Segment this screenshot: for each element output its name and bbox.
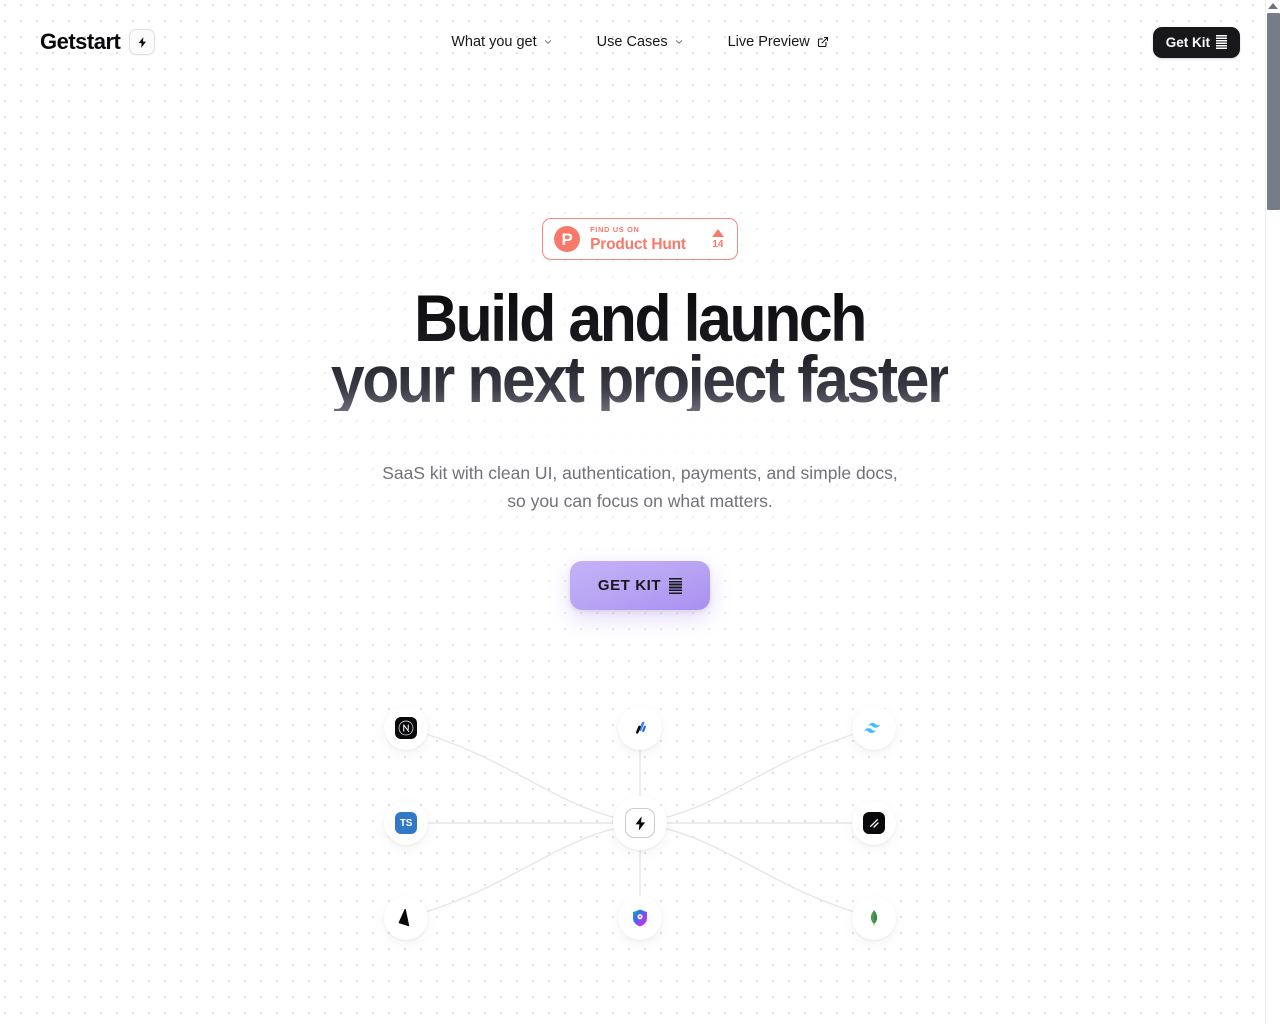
nextjs-icon [395, 717, 417, 740]
product-hunt-votes: 14 [711, 228, 724, 250]
tech-node-prisma[interactable] [384, 896, 428, 941]
mongodb-icon [863, 907, 885, 929]
tech-node-mongodb[interactable] [852, 896, 896, 941]
chevron-down-icon [675, 40, 682, 44]
kit-stripes-icon [669, 577, 682, 594]
get-kit-hero-label: GET KIT [597, 577, 662, 595]
scrollbar-thumb[interactable] [1267, 13, 1280, 210]
product-hunt-vote-count: 14 [712, 238, 724, 250]
nav-item-live-preview[interactable]: Live Preview [728, 34, 829, 50]
tech-node-clerk[interactable] [618, 896, 662, 941]
nav-item-what-you-get[interactable]: What you get [451, 34, 552, 50]
product-hunt-logo-icon: P [554, 226, 581, 252]
brand-name: Getstart [40, 29, 121, 54]
hero-section: P FIND US ON Product Hunt 14 Build and l… [0, 84, 1280, 611]
get-kit-nav-label: Get Kit [1165, 34, 1210, 50]
product-hunt-text: FIND US ON Product Hunt [590, 226, 686, 252]
tailwind-icon [863, 717, 885, 739]
navbar: Getstart What you get Use Cases Live Pre… [0, 0, 1280, 84]
product-hunt-name: Product Hunt [590, 235, 686, 253]
tech-node-nextjs[interactable] [384, 706, 428, 751]
clerk-icon [629, 907, 651, 929]
external-link-icon [817, 36, 828, 48]
prisma-icon [395, 907, 417, 929]
kit-stripes-icon [1216, 35, 1227, 49]
tech-node-shadcn-ui[interactable] [852, 801, 896, 846]
drizzle-icon [629, 717, 651, 739]
tech-node-typescript[interactable]: TS [384, 801, 428, 846]
typescript-icon: TS [395, 812, 417, 835]
product-hunt-badge[interactable]: P FIND US ON Product Hunt 14 [542, 218, 738, 260]
nav-item-label: What you get [451, 34, 537, 50]
tech-node-tailwindcss[interactable] [852, 706, 896, 751]
nav-item-label: Use Cases [596, 34, 668, 50]
upvote-triangle-icon [711, 228, 724, 237]
nav-links: What you get Use Cases Live Preview [0, 34, 1280, 50]
get-kit-nav-button[interactable]: Get Kit [1152, 26, 1240, 58]
hero-cta-wrap: GET KIT [569, 561, 711, 611]
tech-node-center-bolt[interactable] [613, 796, 667, 851]
navbar-actions: Get Kit [1152, 26, 1240, 58]
headline-line-2: your next project faster [331, 342, 949, 417]
page-title: Build and launch your next project faste… [331, 288, 948, 411]
product-hunt-kicker: FIND US ON [590, 225, 640, 234]
hero-subtitle: SaaS kit with clean UI, authentication, … [382, 462, 898, 512]
scrollbar-track[interactable] [1265, 0, 1280, 1024]
brand-logo[interactable]: Getstart [40, 29, 156, 55]
nav-item-label: Live Preview [727, 34, 810, 50]
shadcn-icon [863, 812, 885, 835]
nav-item-use-cases[interactable]: Use Cases [597, 34, 684, 50]
tech-node-drizzle[interactable] [618, 706, 662, 751]
get-kit-hero-button[interactable]: GET KIT [569, 561, 711, 611]
page-root: Getstart What you get Use Cases Live Pre… [0, 0, 1280, 1024]
scrollbar-up-arrow-icon[interactable] [1268, 3, 1278, 9]
lightning-bolt-icon [129, 29, 156, 55]
lightning-bolt-icon [625, 808, 655, 839]
tech-stack-constellation: TS [375, 698, 905, 948]
chevron-down-icon [544, 40, 551, 44]
